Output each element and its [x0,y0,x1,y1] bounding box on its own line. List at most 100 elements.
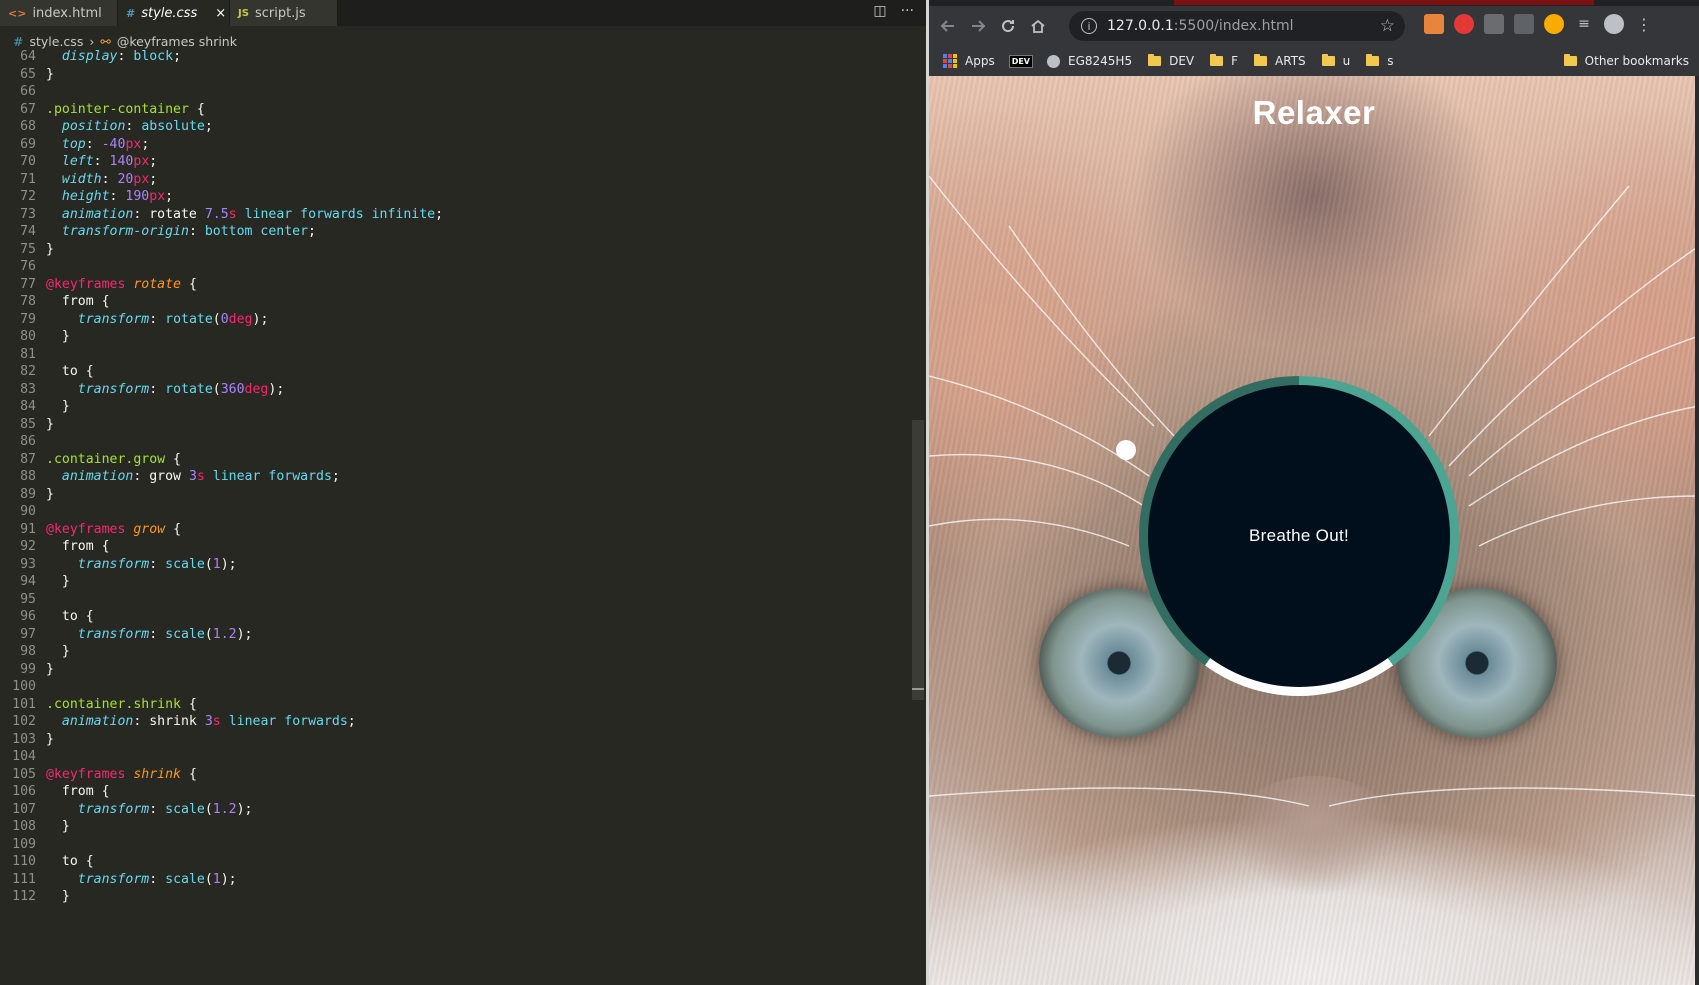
close-tab-icon[interactable]: × [215,6,226,21]
forward-button[interactable] [963,11,993,41]
code-line[interactable]: 69 top: -40px; [0,135,910,154]
code-text: to { [46,364,94,379]
code-text: transform: scale(1); [77,556,237,572]
bookmark-folder-f[interactable]: F [1210,54,1238,68]
code-line[interactable]: 93 transform: scale(1); [0,555,910,574]
tab-style-css[interactable]: # style.css × [118,0,230,26]
more-actions-icon[interactable]: ··· [901,3,914,19]
bookmark-dev-site[interactable]: DEV [1008,54,1033,68]
tab-script-js[interactable]: JS script.js [230,0,338,26]
code-line[interactable]: 104 [0,747,910,766]
code-line[interactable]: 72 height: 190px; [0,187,910,206]
code-line[interactable]: 70 left: 140px; [0,152,910,171]
code-line[interactable]: 98 } [0,642,910,661]
code-line[interactable]: 108 } [0,817,910,836]
line-number: 66 [20,84,36,99]
code-line[interactable]: 90 [0,502,910,521]
code-line[interactable]: 111 transform: scale(1); [0,870,910,889]
bookmark-star-icon[interactable]: ☆ [1380,16,1395,36]
extension-red-icon[interactable] [1454,14,1474,34]
line-number: 79 [20,311,36,327]
bookmark-folder-s[interactable]: s [1366,54,1394,68]
code-line[interactable]: 97 transform: scale(1.2); [0,625,910,644]
code-line[interactable]: 78 from { [0,292,910,311]
reload-button[interactable] [993,11,1023,41]
code-line[interactable]: 87 .container.grow { [0,450,910,469]
code-area[interactable]: 64 display: block; 65} 66 67 .pointer-contai… [0,47,910,985]
code-line[interactable]: 94 } [0,572,910,591]
bookmark-label: Other bookmarks [1584,54,1689,68]
code-line[interactable]: 101 .container.shrink { [0,695,910,714]
split-editor-icon[interactable]: ◫ [873,3,886,19]
back-button[interactable] [933,11,963,41]
line-number: 80 [20,329,36,344]
site-info-icon[interactable]: i [1081,18,1097,34]
code-line[interactable]: 80 } [0,327,910,346]
code-line[interactable]: 112 } [0,887,910,906]
code-line[interactable]: 109 [0,835,910,854]
line-number: 75 [20,241,36,257]
code-line[interactable]: 88 animation: grow 3s linear forwards; [0,467,910,486]
line-number: 65 [20,66,36,82]
media-list-icon[interactable]: ≡ [1574,14,1594,34]
code-line[interactable]: 103} [0,730,910,749]
code-text: top: -40px; [61,136,150,152]
code-line[interactable]: 91 @keyframes grow { [0,520,910,539]
extension-gray-icon[interactable] [1484,14,1504,34]
tab-index-html[interactable]: <> index.html [0,0,118,26]
line-number: 91 [20,521,36,537]
code-line[interactable]: 100 [0,677,910,696]
code-line[interactable]: 92 from { [0,537,910,556]
code-line[interactable]: 67 .pointer-container { [0,100,910,119]
code-line[interactable]: 71 width: 20px; [0,170,910,189]
code-line[interactable]: 102 animation: shrink 3s linear forwards… [0,712,910,731]
code-line[interactable]: 95 [0,590,910,609]
bookmark-eg8245h5[interactable]: EG8245H5 [1047,54,1132,68]
code-line[interactable]: 82 to { [0,362,910,381]
code-line[interactable]: 77 @keyframes rotate { [0,275,910,294]
bookmark-apps[interactable]: Apps [943,54,995,68]
tab-label: style.css [141,5,198,21]
code-line[interactable]: 79 transform: rotate(0deg); [0,310,910,329]
code-editor-pane[interactable]: <> index.html # style.css × JS script.js… [0,0,926,985]
page-scrollbar[interactable] [1695,76,1699,985]
extension-toggle-icon[interactable] [1514,14,1534,34]
code-line[interactable]: 105 @keyframes shrink { [0,765,910,784]
code-line[interactable]: 75} [0,240,910,259]
browser-menu-icon[interactable]: ⋮ [1634,14,1654,34]
code-line[interactable]: 106 from { [0,782,910,801]
bookmark-folder-arts[interactable]: ARTS [1254,54,1306,68]
line-number: 108 [12,819,36,834]
editor-scrollbar[interactable] [912,420,924,700]
code-line[interactable]: 73 animation: rotate 7.5s linear forward… [0,205,910,224]
extension-yellow-icon[interactable] [1544,14,1564,34]
profile-avatar[interactable] [1604,14,1624,34]
code-line[interactable]: 66 [0,82,910,101]
code-line[interactable]: 74 transform-origin: bottom center; [0,222,910,241]
code-line[interactable]: 84 } [0,397,910,416]
bookmark-folder-u[interactable]: u [1321,54,1350,68]
code-line[interactable]: 86 [0,432,910,451]
code-line[interactable]: 68 position: absolute; [0,117,910,136]
code-line[interactable]: 76 [0,257,910,276]
bookmark-folder-dev[interactable]: DEV [1148,54,1194,68]
code-line[interactable]: 107 transform: scale(1.2); [0,800,910,819]
line-number: 109 [12,836,36,852]
code-line[interactable]: 81 [0,345,910,364]
bookmark-label: Apps [965,54,995,68]
home-button[interactable] [1023,11,1053,41]
code-line[interactable]: 99} [0,660,910,679]
bookmark-other[interactable]: Other bookmarks [1563,54,1689,68]
code-line[interactable]: 89} [0,485,910,504]
address-bar[interactable]: i 127.0.0.1:5500/index.html ☆ [1069,11,1405,41]
code-line[interactable]: 110 to { [0,852,910,871]
code-line[interactable]: 64 display: block; [0,47,910,66]
extension-orange-icon[interactable] [1424,14,1444,34]
code-line[interactable]: 65} [0,65,910,84]
code-line[interactable]: 83 transform: rotate(360deg); [0,380,910,399]
code-line[interactable]: 96 to { [0,607,910,626]
code-text: } [46,66,54,82]
line-number: 76 [20,259,36,274]
code-line[interactable]: 85} [0,415,910,434]
arrow-left-icon [940,20,954,32]
